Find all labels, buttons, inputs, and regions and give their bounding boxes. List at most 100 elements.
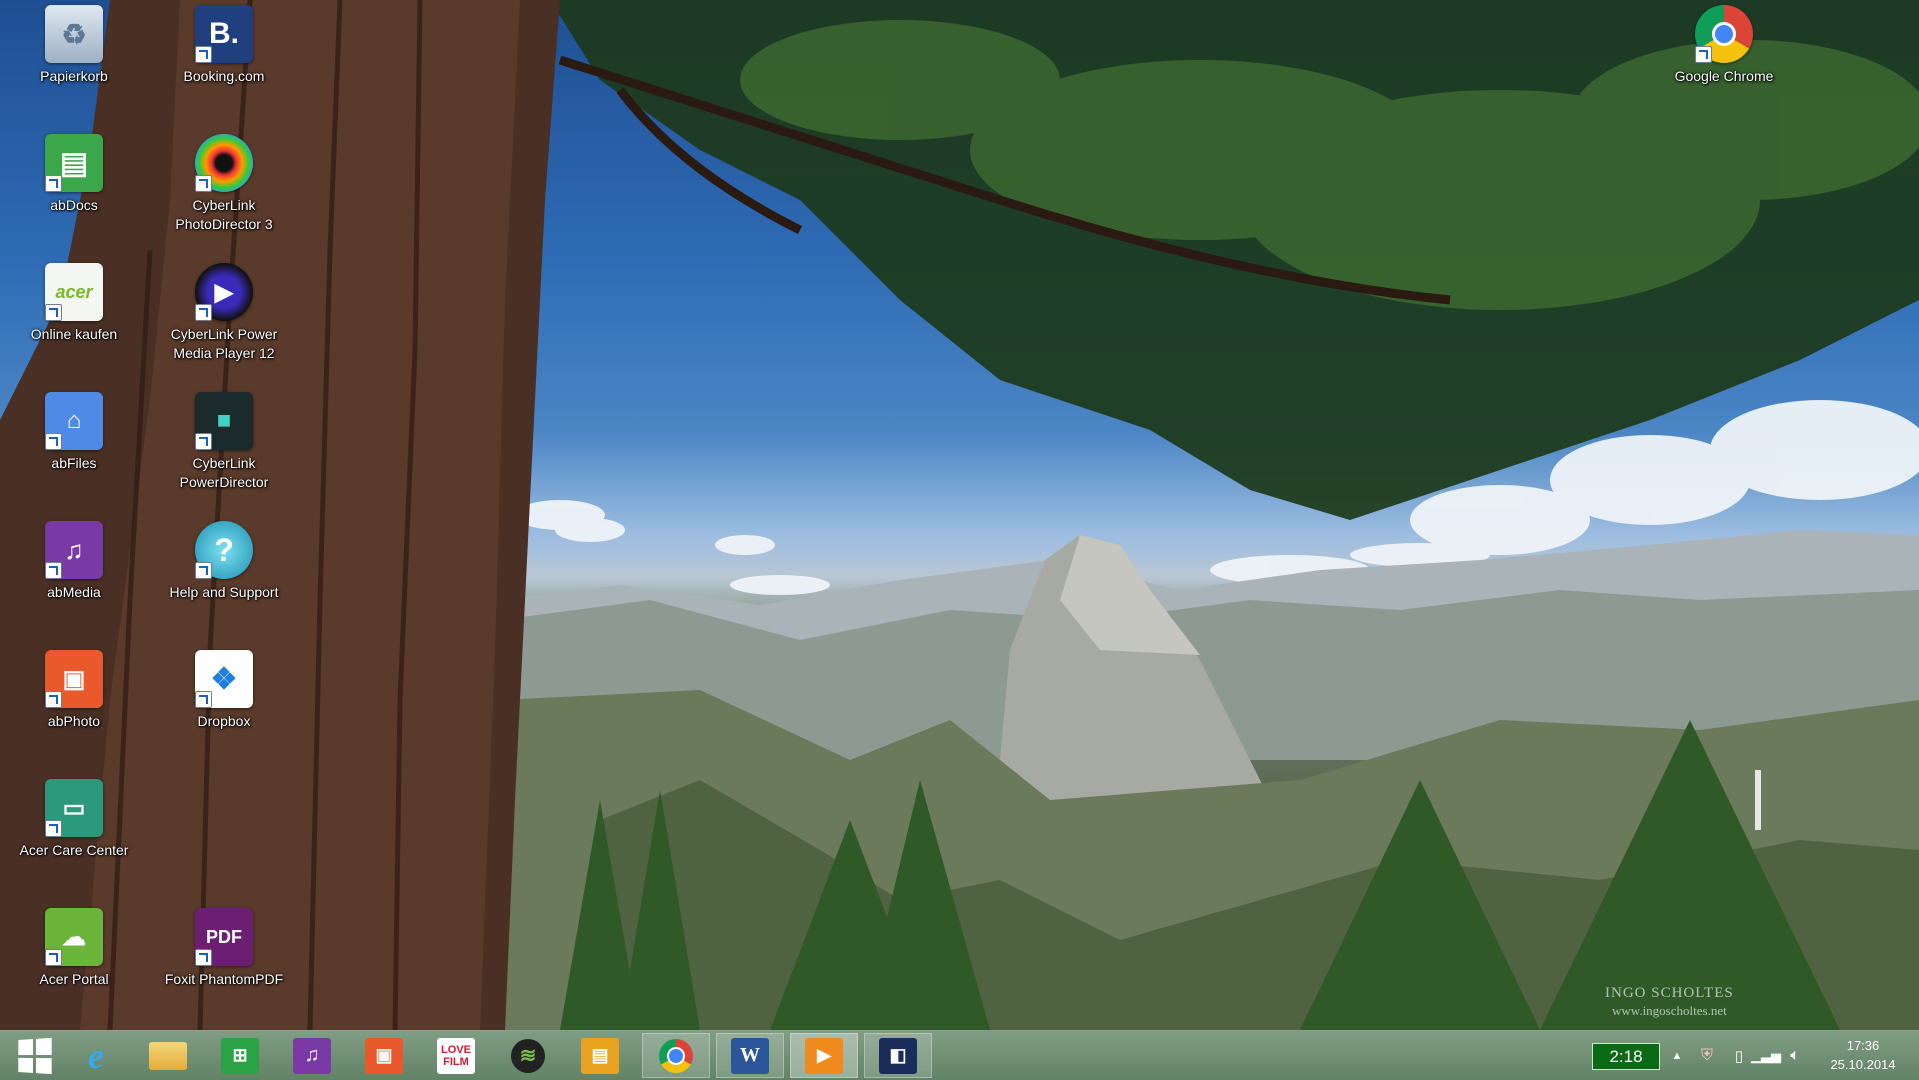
taskbar-abmedia[interactable]: ♫ <box>278 1033 346 1078</box>
desktop-icon-label: abPhoto <box>47 713 101 729</box>
desktop-icon-label: Papierkorb <box>40 68 108 84</box>
abdocs-icon: ▤ <box>581 1037 619 1074</box>
shortcut-arrow-icon <box>45 949 62 966</box>
shortcut-arrow-icon <box>195 949 212 966</box>
desktop-icon-acer-care-center[interactable]: ▭ Acer Care Center <box>10 776 138 888</box>
shield-icon: ⛨ <box>1700 1046 1713 1064</box>
shortcut-arrow-icon <box>195 562 212 579</box>
tray-security[interactable]: ⛨ <box>1694 1031 1720 1080</box>
spotify-icon: ≋ <box>511 1038 545 1073</box>
start-button[interactable] <box>0 1033 68 1078</box>
shortcut-arrow-icon <box>195 175 212 192</box>
shortcut-arrow-icon <box>195 433 212 450</box>
shortcut-arrow-icon <box>195 304 212 321</box>
abdocs-icon: ▤ <box>45 134 103 192</box>
desktop-icon-label: Help and Support <box>169 584 279 600</box>
powerdirector-icon: ■ <box>195 392 253 450</box>
internet-explorer-icon: e <box>88 1035 104 1076</box>
taskbar-lovefilm[interactable]: LOVE FILM <box>422 1033 490 1078</box>
desktop-icon-label: Foxit PhantomPDF <box>164 971 284 987</box>
shortcut-arrow-icon <box>45 433 62 450</box>
taskbar-power-media-player[interactable]: ▶ <box>790 1033 858 1078</box>
desktop-icon-foxit[interactable]: PDF Foxit PhantomPDF <box>160 905 288 1017</box>
help-support-icon: ? <box>195 521 253 579</box>
chrome-icon <box>1695 5 1753 63</box>
watermark-name: INGO SCHOLTES <box>1605 985 1734 1001</box>
taskbar-clock[interactable]: 17:36 25.10.2014 <box>1808 1036 1918 1074</box>
word-icon: W <box>731 1037 769 1074</box>
tray-battery[interactable]: ▯ <box>1728 1031 1750 1080</box>
desktop-icon-powerdirector[interactable]: ■ CyberLink PowerDirector <box>160 389 288 501</box>
show-hidden-icons-button[interactable]: ▲ <box>1664 1031 1690 1080</box>
desktop-icon-label: Acer Care Center <box>19 842 129 858</box>
shortcut-arrow-icon <box>1695 46 1712 63</box>
taskbar-windows-store[interactable]: ⊞ <box>206 1033 274 1078</box>
desktop-icon-label: abMedia <box>47 584 101 600</box>
photodirector-icon <box>195 134 253 192</box>
desktop-icon-abmedia[interactable]: ♫ abMedia <box>10 518 138 630</box>
dropbox-icon: ❖ <box>195 650 253 708</box>
clock-date: 25.10.2014 <box>1830 1057 1896 1072</box>
desktop-icon-label: abDocs <box>50 197 98 213</box>
taskbar-google-chrome[interactable] <box>642 1033 710 1078</box>
desktop-icon-label: Acer Portal <box>39 971 109 987</box>
taskbar-microsoft-word[interactable]: W <box>716 1033 784 1078</box>
shortcut-arrow-icon <box>195 46 212 63</box>
taskbar-file-explorer[interactable] <box>134 1033 202 1078</box>
shortcut-arrow-icon <box>45 562 62 579</box>
desktop-icon-label: Dropbox <box>197 713 251 729</box>
wallpaper-watermark: INGO SCHOLTES www.ingoscholtes.net <box>1605 985 1734 1019</box>
store-icon: ⊞ <box>221 1037 259 1074</box>
desktop-icon-label: Online kaufen <box>30 326 118 342</box>
signal-icon: ▁▃▅ <box>1751 1047 1781 1063</box>
shortcut-arrow-icon <box>45 175 62 192</box>
tray-volume[interactable]: 🔈︎ <box>1783 1031 1807 1080</box>
windows-logo-icon <box>18 1037 52 1074</box>
foxit-phantompdf-icon: PDF <box>195 908 253 966</box>
desktop-icon-booking[interactable]: B. Booking.com <box>160 2 288 114</box>
desktop-icon-acer-portal[interactable]: ☁ Acer Portal <box>10 905 138 1017</box>
battery-time-indicator[interactable]: 2:18 <box>1592 1043 1660 1070</box>
abmedia-icon: ♫ <box>45 521 103 579</box>
shortcut-arrow-icon <box>195 691 212 708</box>
desktop-icon-online-kaufen[interactable]: acer Online kaufen <box>10 260 138 372</box>
taskbar-internet-explorer[interactable]: e <box>62 1033 130 1078</box>
shortcut-arrow-icon <box>45 820 62 837</box>
recycle-bin-icon: ♻ <box>45 5 103 63</box>
taskbar: e ⊞ ♫ ▣ LOVE FILM ≋ ▤ W ▶ ◧ 2:18 ▲ ⛨ ▯ ▁… <box>0 1030 1919 1080</box>
lovefilm-icon: LOVE FILM <box>437 1037 475 1074</box>
desktop-icon-recycle-bin[interactable]: ♻ Papierkorb <box>10 2 138 114</box>
desktop-icon-label: CyberLink PhotoDirector 3 <box>175 197 273 232</box>
desktop-icon-label: CyberLink PowerDirector <box>179 455 269 490</box>
acer-store-icon: acer <box>45 263 103 321</box>
speaker-icon: 🔈︎ <box>1790 1046 1800 1064</box>
booking-icon: B. <box>195 5 253 63</box>
desktop-icon-google-chrome[interactable]: Google Chrome <box>1660 2 1788 114</box>
acer-care-center-icon: ▭ <box>45 779 103 837</box>
desktop-icon-label: Google Chrome <box>1674 68 1774 84</box>
taskbar-abdocs[interactable]: ▤ <box>566 1033 634 1078</box>
chevron-up-icon: ▲ <box>1671 1049 1683 1062</box>
desktop-icon-label: abFiles <box>51 455 97 471</box>
battery-icon: ▯ <box>1734 1047 1744 1065</box>
abmedia-icon: ♫ <box>293 1037 331 1074</box>
desktop-icon-dropbox[interactable]: ❖ Dropbox <box>160 647 288 759</box>
abphoto-icon: ▣ <box>45 650 103 708</box>
folder-icon <box>149 1041 187 1070</box>
taskbar-spotify[interactable]: ≋ <box>494 1033 562 1078</box>
taskbar-dolby[interactable]: ◧ <box>864 1033 932 1078</box>
taskbar-abphoto[interactable]: ▣ <box>350 1033 418 1078</box>
tray-network[interactable]: ▁▃▅ <box>1751 1031 1781 1080</box>
abfiles-icon: ⌂ <box>45 392 103 450</box>
acer-portal-icon: ☁ <box>45 908 103 966</box>
desktop-icon-power-media-player[interactable]: ▶ CyberLink Power Media Player 12 <box>160 260 288 372</box>
desktop-icon-abphoto[interactable]: ▣ abPhoto <box>10 647 138 759</box>
desktop-icon-photodirector[interactable]: CyberLink PhotoDirector 3 <box>160 131 288 243</box>
desktop-icon-abfiles[interactable]: ⌂ abFiles <box>10 389 138 501</box>
chrome-icon <box>659 1038 693 1073</box>
power-media-player-icon: ▶ <box>195 263 253 321</box>
desktop-icon-label: Booking.com <box>183 68 265 84</box>
desktop-icon-abdocs[interactable]: ▤ abDocs <box>10 131 138 243</box>
desktop-icon-help-support[interactable]: ? Help and Support <box>160 518 288 630</box>
clock-time: 17:36 <box>1846 1038 1880 1053</box>
